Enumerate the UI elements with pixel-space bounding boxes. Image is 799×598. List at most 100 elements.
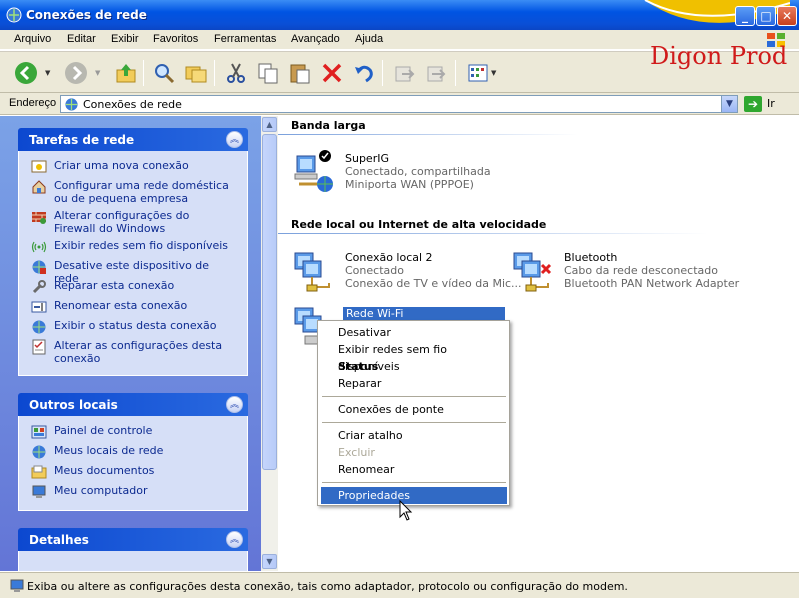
scroll-up-icon[interactable]: ▲ <box>262 117 277 132</box>
undo-icon <box>355 65 373 83</box>
bluetooth-disconnected-icon <box>513 252 552 292</box>
other-places-title: Outros locais <box>29 398 118 412</box>
documents-folder-icon <box>31 465 47 479</box>
my-network-globe-icon <box>32 445 46 459</box>
address-bar: Endereço Conexões de rede ▼ ➔ Ir <box>0 93 799 115</box>
menu-favoritos[interactable]: Favoritos <box>153 33 198 45</box>
menu-item-bridge[interactable]: Conexões de ponte <box>321 401 507 418</box>
move-to-button[interactable] <box>390 59 418 87</box>
forward-dropdown-icon[interactable]: ▼ <box>95 69 100 77</box>
network-tasks-header[interactable]: Tarefas de rede ︽ <box>18 128 248 151</box>
connection-name-selected: Rede Wi-Fi <box>343 307 505 320</box>
menu-exibir[interactable]: Exibir <box>111 33 139 45</box>
details-header[interactable]: Detalhes ︽ <box>18 528 248 551</box>
menu-avancado[interactable]: Avançado <box>291 33 340 45</box>
address-input[interactable]: Conexões de rede ▼ <box>60 95 738 113</box>
menu-item-create-shortcut[interactable]: Criar atalho <box>321 427 507 444</box>
menu-item-propriedades[interactable]: Propriedades <box>321 487 507 504</box>
menu-item-status[interactable]: Status <box>321 358 507 375</box>
task-repair-connection[interactable]: Reparar esta conexão <box>31 279 234 295</box>
address-label: Endereço <box>9 97 57 109</box>
task-rename-connection[interactable]: Renomear esta conexão <box>31 299 234 315</box>
status-computer-icon <box>10 579 24 592</box>
connection-device: Bluetooth PAN Network Adapter <box>564 277 740 290</box>
other-places-header[interactable]: Outros locais ︽ <box>18 393 248 416</box>
place-label: Meus documentos <box>54 464 155 477</box>
place-my-network[interactable]: Meus locais de rede <box>31 444 234 460</box>
connection-status: Conectado, compartilhada <box>345 165 491 178</box>
task-firewall-settings[interactable]: Alterar configurações do Firewall do Win… <box>31 209 234 235</box>
delete-button[interactable] <box>318 59 346 87</box>
group-divider <box>278 233 708 234</box>
back-button[interactable] <box>12 59 40 87</box>
copy-to-button[interactable] <box>422 59 450 87</box>
task-create-connection[interactable]: Criar uma nova conexão <box>31 159 234 175</box>
task-label: Reparar esta conexão <box>54 279 175 292</box>
delete-x-icon <box>322 63 342 83</box>
back-arrow-icon <box>15 62 37 84</box>
close-button[interactable]: ✕ <box>777 6 797 26</box>
task-view-status[interactable]: Exibir o status desta conexão <box>31 319 234 335</box>
collapse-chevron-icon[interactable]: ︽ <box>226 396 243 413</box>
menu-ajuda[interactable]: Ajuda <box>355 33 383 45</box>
move-to-icon <box>395 66 415 82</box>
menu-item-view-wireless[interactable]: Exibir redes sem fio disponíveis <box>321 341 507 373</box>
sidebar-scrollbar[interactable]: ▲ ▼ <box>261 116 278 571</box>
place-control-panel[interactable]: Painel de controle <box>31 424 234 440</box>
minimize-button[interactable]: _ <box>735 6 755 26</box>
up-folder-button[interactable] <box>112 59 140 87</box>
menu-editar[interactable]: Editar <box>67 33 96 45</box>
paste-icon <box>290 64 310 84</box>
menu-ferramentas[interactable]: Ferramentas <box>214 33 276 45</box>
new-connection-icon <box>31 160 47 173</box>
connection-device: Miniporta WAN (PPPOE) <box>345 178 474 191</box>
other-places-panel: Outros locais ︽ Painel de controle Meus … <box>18 393 248 511</box>
firewall-icon <box>32 212 46 224</box>
copy-to-icon <box>427 66 446 82</box>
back-dropdown-icon[interactable]: ▼ <box>45 69 50 77</box>
place-label: Meu computador <box>54 484 148 497</box>
connection-name: Conexão local 2 <box>345 251 433 264</box>
views-button[interactable] <box>464 59 492 87</box>
paste-button[interactable] <box>286 59 314 87</box>
menu-separator <box>322 422 506 423</box>
menu-item-excluir[interactable]: Excluir <box>321 444 507 461</box>
search-button[interactable] <box>150 59 178 87</box>
menu-item-renomear[interactable]: Renomear <box>321 461 507 478</box>
go-arrow-icon[interactable]: ➔ <box>744 96 762 112</box>
task-label: Alterar configurações do Firewall do Win… <box>54 209 190 235</box>
folders-button[interactable] <box>182 59 210 87</box>
menu-separator <box>322 482 506 483</box>
scissors-icon <box>227 63 245 83</box>
place-label: Meus locais de rede <box>54 444 164 457</box>
task-label: Renomear esta conexão <box>54 299 188 312</box>
menu-arquivo[interactable]: Arquivo <box>14 33 51 45</box>
maximize-button[interactable]: □ <box>756 6 776 26</box>
cut-button[interactable] <box>222 59 250 87</box>
scroll-thumb[interactable] <box>262 134 277 470</box>
copy-button[interactable] <box>254 59 282 87</box>
place-my-documents[interactable]: Meus documentos <box>31 464 234 480</box>
go-button[interactable]: Ir <box>767 97 775 110</box>
network-globe-icon <box>65 98 78 111</box>
disable-network-icon <box>32 260 46 274</box>
task-label: Exibir redes sem fio disponíveis <box>54 239 229 252</box>
lan-connection-icon <box>294 252 330 292</box>
collapse-chevron-icon[interactable]: ︽ <box>226 131 243 148</box>
place-my-computer[interactable]: Meu computador <box>31 484 234 500</box>
scroll-down-icon[interactable]: ▼ <box>262 554 277 569</box>
task-label: Exibir o status desta conexão <box>54 319 217 332</box>
title-bar: Conexões de rede _ □ ✕ <box>0 0 799 30</box>
task-setup-home-network[interactable]: Configurar uma rede doméstica ou de pequ… <box>31 179 234 205</box>
task-view-wireless[interactable]: Exibir redes sem fio disponíveis <box>31 239 234 255</box>
address-dropdown-icon[interactable]: ▼ <box>721 96 737 112</box>
undo-button[interactable] <box>350 59 378 87</box>
task-change-settings[interactable]: Alterar as configurações desta conexão <box>31 339 234 365</box>
menu-item-desativar[interactable]: Desativar <box>321 324 507 341</box>
collapse-chevron-icon[interactable]: ︽ <box>226 531 243 548</box>
forward-button[interactable] <box>62 59 90 87</box>
views-dropdown-icon[interactable]: ▼ <box>491 69 496 77</box>
group-lan-title: Rede local ou Internet de alta velocidad… <box>291 218 547 231</box>
menu-item-reparar[interactable]: Reparar <box>321 375 507 392</box>
network-tasks-title: Tarefas de rede <box>29 133 135 147</box>
